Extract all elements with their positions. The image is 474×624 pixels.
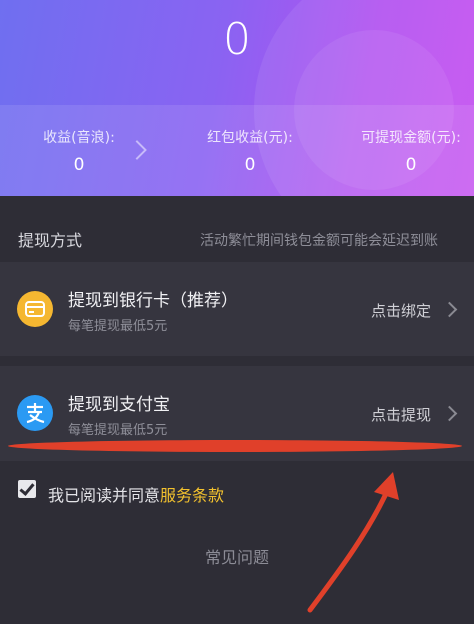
section-title: 提现方式 bbox=[18, 231, 83, 250]
stat-withdrawable: 可提现金额(元): 0 bbox=[332, 105, 474, 175]
withdraw-methods-header: 提现方式 活动繁忙期间钱包金额可能会延迟到账 bbox=[0, 196, 474, 262]
total-amount: 0 bbox=[223, 14, 251, 65]
alipay-icon bbox=[17, 395, 53, 431]
divider bbox=[0, 356, 474, 366]
agree-checkbox[interactable] bbox=[18, 480, 36, 498]
stats-bar: 收益(音浪): 0 红包收益(元): 0 可提现金额(元): 0 bbox=[0, 105, 474, 196]
stat-value: 0 bbox=[405, 155, 417, 175]
chevron-right-icon bbox=[441, 405, 458, 422]
method-title: 提现到银行卡（推荐） bbox=[68, 291, 238, 311]
stat-earnings-yinlang[interactable]: 收益(音浪): 0 bbox=[0, 105, 158, 175]
stat-red-packet: 红包收益(元): 0 bbox=[171, 105, 329, 175]
method-title: 提现到支付宝 bbox=[68, 395, 170, 415]
method-subtitle: 每笔提现最低5元 bbox=[68, 423, 168, 438]
faq-link[interactable]: 常见问题 bbox=[0, 544, 474, 568]
bank-card-icon bbox=[17, 291, 53, 327]
stat-value: 0 bbox=[244, 155, 256, 175]
chevron-right-icon bbox=[441, 301, 458, 318]
earnings-header: 0 收益(音浪): 0 红包收益(元): 0 可提现金额(元): 0 bbox=[0, 0, 474, 196]
agreement-text: 我已阅读并同意服务条款 bbox=[48, 482, 224, 506]
method-subtitle: 每笔提现最低5元 bbox=[68, 319, 168, 334]
stat-label: 可提现金额(元): bbox=[361, 130, 461, 146]
stat-label: 红包收益(元): bbox=[207, 130, 293, 146]
withdraw-button[interactable]: 点击提现 bbox=[371, 404, 431, 425]
agreement-label: 我已阅读并同意 bbox=[48, 486, 161, 505]
total-area: 0 bbox=[0, 0, 474, 105]
bind-card-button[interactable]: 点击绑定 bbox=[371, 300, 431, 321]
delay-notice: 活动繁忙期间钱包金额可能会延迟到账 bbox=[200, 233, 438, 249]
annotation-underline bbox=[8, 440, 462, 452]
terms-link[interactable]: 服务条款 bbox=[160, 486, 224, 505]
method-bank-card[interactable]: 提现到银行卡（推荐） 每笔提现最低5元 点击绑定 bbox=[0, 262, 474, 357]
